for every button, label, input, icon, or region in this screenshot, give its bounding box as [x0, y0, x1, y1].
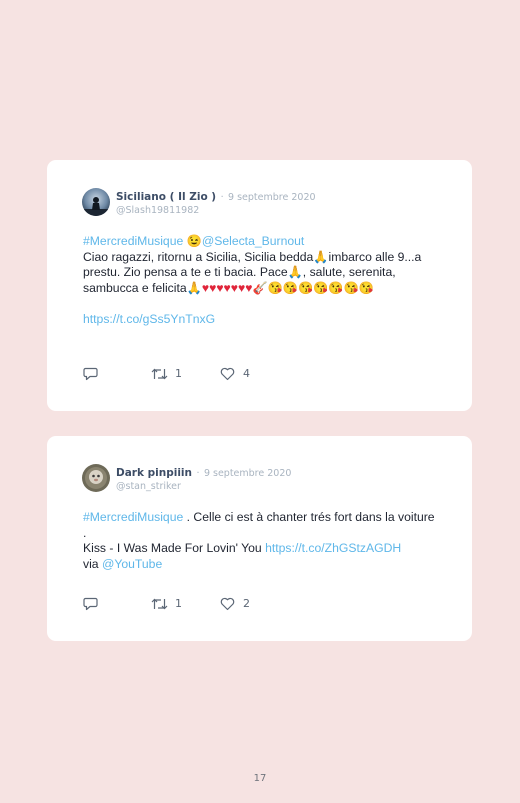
guitar-emoji: 🎸 [252, 280, 268, 295]
tweet-url-link[interactable]: https://t.co/ZhGStzAGDH [265, 541, 401, 555]
tweet-url-link[interactable]: https://t.co/gSs5YnTnxG [83, 312, 215, 326]
hashtag-link[interactable]: #MercrediMusique [83, 234, 183, 248]
retweet-count: 1 [175, 367, 182, 380]
pray-emoji: 🙏 [313, 249, 329, 264]
reply-icon [83, 597, 98, 611]
separator: · [196, 468, 200, 479]
tweet-text-part: Kiss - I Was Made For Lovin' You [83, 541, 266, 555]
tweet-header: Dark pinpiiin · 9 septembre 2020 @stan_s… [116, 465, 462, 493]
author-handle[interactable]: @stan_striker [116, 480, 462, 493]
heart-icon [220, 597, 235, 611]
mention-link[interactable]: @YouTube [102, 557, 162, 571]
tweet-text-part: Ciao ragazzi, ritornu a Sicilia, Sicilia… [83, 249, 314, 264]
retweet-count: 1 [175, 597, 182, 610]
mention-link[interactable]: @Selecta_Burnout [202, 234, 305, 248]
kiss-emojis: 😘😘😘😘😘😘😘 [267, 280, 374, 295]
tweet-card: Dark pinpiiin · 9 septembre 2020 @stan_s… [47, 436, 472, 641]
like-count: 2 [243, 597, 250, 610]
tweet-date[interactable]: 9 septembre 2020 [228, 192, 315, 203]
retweet-icon [151, 368, 168, 380]
retweet-icon [151, 598, 168, 610]
author-handle[interactable]: @Slash19811982 [116, 204, 462, 217]
avatar[interactable] [82, 464, 110, 492]
tweet-date[interactable]: 9 septembre 2020 [204, 468, 291, 479]
pray-emoji: 🙏 [287, 265, 303, 279]
heart-icon [220, 367, 235, 381]
tweet-text-part: via [83, 556, 102, 571]
hashtag-link[interactable]: #MercrediMusique [83, 510, 183, 524]
tweet-text: #MercrediMusique . Celle ci est à chante… [83, 510, 436, 572]
avatar[interactable] [82, 188, 110, 216]
author-name[interactable]: Siciliano ( Il Zio ) [116, 191, 216, 203]
wink-emoji: 😉 [186, 234, 202, 248]
tweet-text: #MercrediMusique 😉@Selecta_Burnout Ciao … [83, 234, 436, 327]
separator: · [220, 192, 224, 203]
page-number: 17 [253, 773, 267, 784]
tweet-card: Siciliano ( Il Zio ) · 9 septembre 2020 … [47, 160, 472, 411]
reply-icon [83, 367, 98, 381]
author-name[interactable]: Dark pinpiiin [116, 467, 192, 479]
heart-emojis: ♥♥♥♥♥♥♥ [201, 280, 253, 295]
tweet-header: Siciliano ( Il Zio ) · 9 septembre 2020 … [116, 189, 462, 217]
pray-emoji: 🙏 [186, 280, 202, 295]
like-count: 4 [243, 367, 250, 380]
